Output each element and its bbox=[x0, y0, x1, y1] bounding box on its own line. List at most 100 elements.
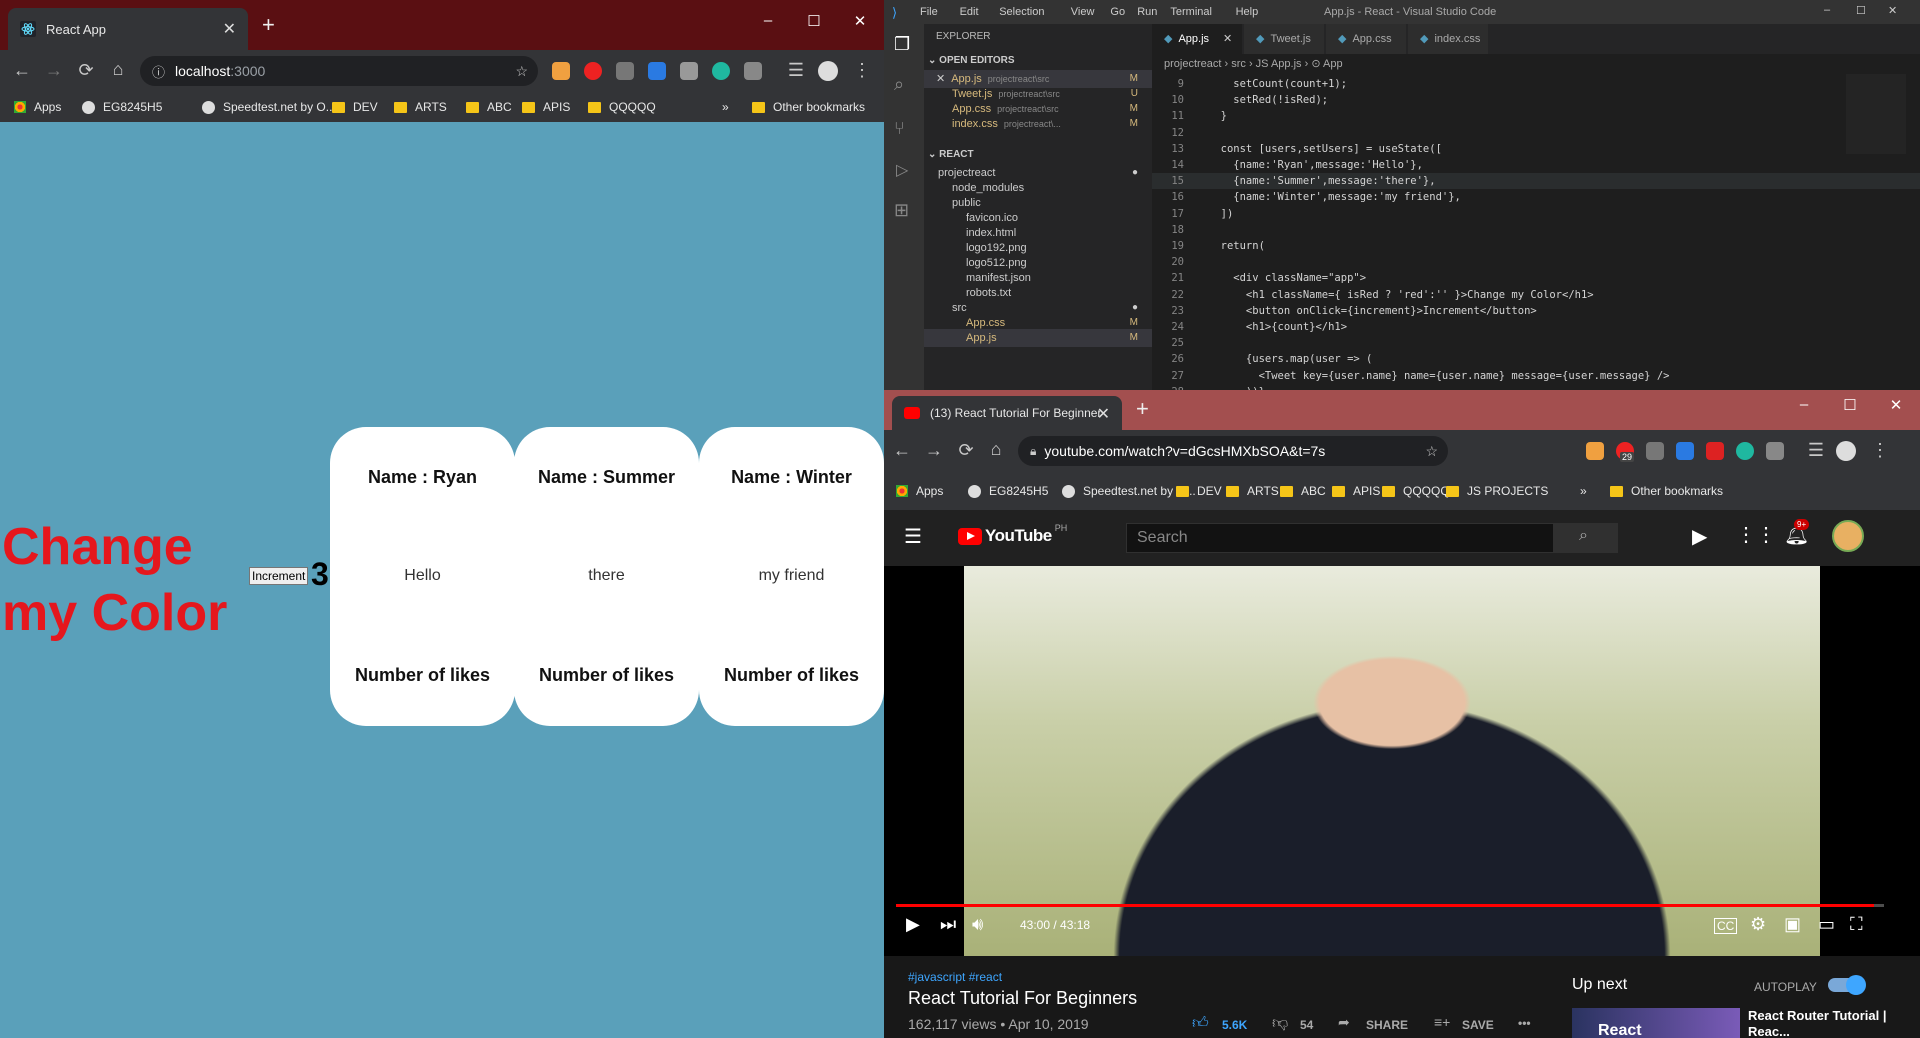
tab-close-icon[interactable]: ✕ bbox=[223, 19, 236, 39]
open-editors-header[interactable]: ⌄ OPEN EDITORS bbox=[928, 52, 1152, 70]
menu-item[interactable]: Edit bbox=[960, 6, 979, 18]
new-tab-button[interactable]: + bbox=[1136, 396, 1149, 422]
like-icon[interactable]: 👍︎ bbox=[1192, 1014, 1209, 1033]
bookmark-item[interactable]: ARTS bbox=[394, 100, 447, 114]
extension-icon-6[interactable] bbox=[1736, 442, 1754, 460]
minimize-button[interactable]: – bbox=[1824, 4, 1830, 16]
maximize-button[interactable]: ☐ bbox=[1840, 396, 1860, 414]
file-tree-item[interactable]: App.js M bbox=[924, 329, 1152, 347]
bookmark-item[interactable]: EG8245H5 bbox=[82, 100, 162, 114]
run-debug-icon[interactable]: ▷ bbox=[896, 160, 908, 180]
search-icon[interactable]: ⌕ bbox=[894, 74, 904, 95]
bookmark-item[interactable]: ABC bbox=[466, 100, 512, 114]
bookmark-item[interactable]: QQQQQ bbox=[588, 100, 656, 114]
editor-tab[interactable]: ◆ index.css bbox=[1408, 24, 1488, 54]
save-button[interactable]: SAVE bbox=[1462, 1018, 1494, 1032]
menu-kebab-icon[interactable]: ⋮ bbox=[1868, 440, 1892, 461]
reading-list-icon[interactable]: ☰ bbox=[1804, 440, 1828, 461]
next-video-title[interactable]: React Router Tutorial | Reac... bbox=[1748, 1008, 1898, 1038]
bookmark-item[interactable]: Apps bbox=[896, 484, 943, 498]
maximize-button[interactable]: ☐ bbox=[804, 12, 824, 30]
menu-item[interactable]: Go bbox=[1110, 6, 1125, 18]
bookmark-item[interactable]: DEV bbox=[332, 100, 378, 114]
reload-icon[interactable]: ⟳ bbox=[74, 60, 98, 81]
extension-icon-4[interactable] bbox=[648, 62, 666, 80]
extension-icon-5[interactable] bbox=[680, 62, 698, 80]
lock-icon[interactable]: 🔒︎ bbox=[1030, 444, 1036, 459]
bookmark-star-icon[interactable]: ☆ bbox=[515, 63, 528, 80]
extension-icon-3[interactable] bbox=[616, 62, 634, 80]
search-button[interactable]: ⌕ bbox=[1554, 523, 1618, 553]
autoplay-toggle[interactable] bbox=[1828, 975, 1866, 995]
bookmark-item[interactable]: EG8245H5 bbox=[968, 484, 1048, 498]
theater-mode-icon[interactable]: ▭ bbox=[1818, 914, 1835, 935]
extension-icon-3[interactable] bbox=[1646, 442, 1664, 460]
create-video-icon[interactable]: ▶︎ bbox=[1692, 524, 1707, 549]
video-player[interactable] bbox=[884, 566, 1920, 956]
apps-grid-icon[interactable]: ⋮⋮ bbox=[1736, 522, 1776, 547]
minimize-button[interactable]: – bbox=[758, 12, 778, 29]
menu-item[interactable]: File bbox=[920, 6, 938, 18]
extension-icon-4[interactable] bbox=[1676, 442, 1694, 460]
tab-close-icon[interactable]: ✕ bbox=[1097, 404, 1110, 424]
home-icon[interactable]: ⌂ bbox=[984, 439, 1008, 460]
open-editor-item[interactable]: index.css projectreact\... M bbox=[924, 115, 1152, 133]
save-playlist-icon[interactable]: ≡+ bbox=[1434, 1014, 1450, 1030]
reload-icon[interactable]: ⟳ bbox=[954, 440, 978, 461]
editor-tab[interactable]: ◆ Tweet.js bbox=[1244, 24, 1324, 54]
extension-icon-7[interactable] bbox=[1766, 442, 1784, 460]
extension-icon-5[interactable] bbox=[1706, 442, 1724, 460]
tab-react-app[interactable]: React App ✕ bbox=[8, 8, 248, 50]
forward-icon[interactable]: → bbox=[922, 440, 946, 461]
other-bookmarks[interactable]: Other bookmarks bbox=[1610, 484, 1723, 498]
extension-icon-6[interactable] bbox=[712, 62, 730, 80]
settings-gear-icon[interactable]: ⚙ bbox=[1750, 914, 1766, 935]
more-actions-button[interactable]: ••• bbox=[1518, 1016, 1531, 1030]
bookmark-star-icon[interactable]: ☆ bbox=[1425, 443, 1438, 460]
menu-item[interactable]: Help bbox=[1236, 6, 1259, 18]
bookmark-item[interactable]: APIS bbox=[522, 100, 570, 114]
profile-avatar[interactable] bbox=[818, 61, 838, 81]
bookmark-item[interactable]: DEV bbox=[1176, 484, 1222, 498]
hamburger-menu-icon[interactable]: ☰ bbox=[904, 524, 922, 549]
menu-item[interactable]: Selection bbox=[999, 6, 1044, 18]
search-input[interactable]: Search bbox=[1126, 523, 1554, 553]
close-window-button[interactable]: ✕ bbox=[1888, 4, 1897, 17]
menu-item[interactable]: Terminal bbox=[1170, 6, 1212, 18]
bookmark-item[interactable]: Speedtest.net by O... bbox=[202, 100, 336, 114]
bookmarks-overflow-button[interactable]: » bbox=[722, 100, 729, 114]
close-icon[interactable]: ✕ bbox=[936, 73, 945, 85]
profile-avatar[interactable] bbox=[1836, 441, 1856, 461]
editor-tab[interactable]: ◆ App.css bbox=[1326, 24, 1406, 54]
info-icon[interactable]: ⓘ bbox=[152, 62, 165, 81]
bookmark-item[interactable]: APIS bbox=[1332, 484, 1380, 498]
other-bookmarks[interactable]: Other bookmarks bbox=[752, 100, 865, 114]
home-icon[interactable]: ⌂ bbox=[106, 59, 130, 80]
miniplayer-icon[interactable]: ▣ bbox=[1784, 914, 1801, 935]
next-video-thumbnail[interactable]: React bbox=[1572, 1008, 1740, 1038]
close-window-button[interactable]: ✕ bbox=[1886, 396, 1906, 414]
workspace-header[interactable]: ⌄ REACT bbox=[928, 146, 1152, 164]
bookmark-item[interactable]: QQQQQ bbox=[1382, 484, 1450, 498]
dislike-icon[interactable]: 👎︎ bbox=[1272, 1014, 1288, 1033]
bookmark-item[interactable]: JS PROJECTS bbox=[1446, 484, 1548, 498]
forward-icon[interactable]: → bbox=[42, 60, 66, 81]
minimize-button[interactable]: – bbox=[1794, 396, 1814, 413]
close-window-button[interactable]: ✕ bbox=[850, 12, 870, 30]
bookmark-item[interactable]: ARTS bbox=[1226, 484, 1279, 498]
back-icon[interactable]: ← bbox=[890, 440, 914, 461]
extensions-icon[interactable]: ⊞ bbox=[894, 200, 909, 221]
address-bar[interactable]: 🔒︎ youtube.com/watch?v=dGcsHMXbSOA&t=7s … bbox=[1018, 436, 1448, 466]
source-control-icon[interactable]: ⑂ bbox=[894, 118, 905, 139]
extension-icon-1[interactable] bbox=[552, 62, 570, 80]
explorer-icon[interactable]: ❐ bbox=[894, 34, 910, 55]
reading-list-icon[interactable]: ☰ bbox=[784, 60, 808, 81]
tab-youtube[interactable]: (13) React Tutorial For Beginners ✕ bbox=[892, 396, 1122, 430]
share-icon[interactable]: ➦ bbox=[1338, 1014, 1350, 1031]
extension-icon-7[interactable] bbox=[744, 62, 762, 80]
menu-kebab-icon[interactable]: ⋮ bbox=[850, 60, 874, 81]
volume-icon[interactable]: 🔊︎ bbox=[972, 914, 983, 935]
extension-icon-1[interactable] bbox=[1586, 442, 1604, 460]
captions-icon[interactable]: CC bbox=[1714, 918, 1738, 934]
maximize-button[interactable]: ☐ bbox=[1856, 4, 1866, 17]
